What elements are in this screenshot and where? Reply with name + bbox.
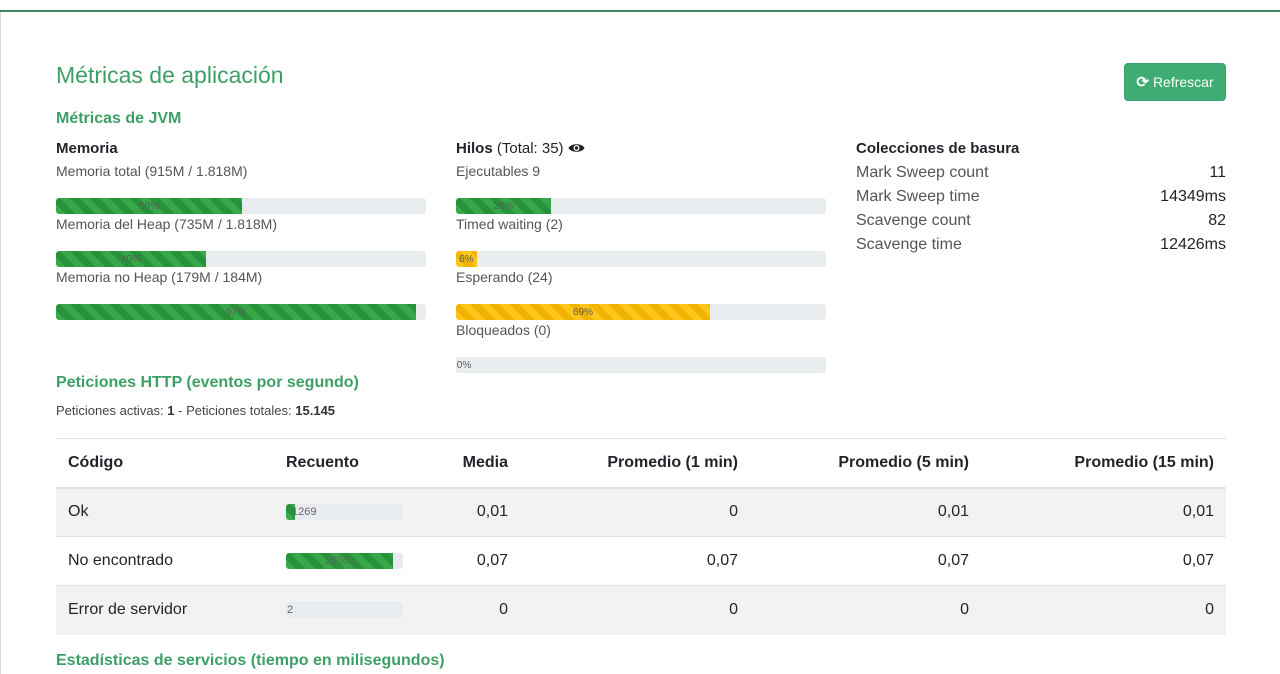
count-cell: 2 — [274, 585, 434, 635]
gc-value: 11 — [1209, 164, 1226, 181]
threads-title: Hilos (Total: 35) — [456, 140, 585, 157]
content-frame-border — [0, 12, 1, 674]
table-row: Ok 1269 0,01 0 0,01 0,01 — [56, 487, 1226, 537]
threads-runnable-bar: 26% — [456, 198, 826, 214]
count-value: 13861 — [324, 555, 355, 567]
threads-runnable-label: Ejecutables 9 — [456, 163, 541, 179]
avg-15min-value: 0 — [981, 585, 1226, 635]
avg-1min-value: 0 — [520, 585, 750, 635]
gc-title: Colecciones de basura — [856, 140, 1020, 157]
services-stats-heading: Estadísticas de servicios (tiempo en mil… — [56, 652, 445, 669]
avg-15min-value: 0,07 — [981, 536, 1226, 586]
total-requests-value: 15.145 — [295, 403, 336, 418]
threads-waiting-bar: 69% — [456, 304, 826, 320]
memory-heap-percent: 40% — [120, 254, 141, 265]
threads-timed-waiting-percent: 6% — [459, 254, 474, 265]
threads-timed-waiting-label: Timed waiting (2) — [456, 216, 563, 232]
threads-total: (Total: 35) — [496, 140, 564, 157]
status-code: Ok — [56, 487, 274, 537]
refresh-icon: ⟳ — [1136, 74, 1149, 91]
page-title: Métricas de aplicación — [56, 62, 284, 88]
memory-total-bar: 50% — [56, 198, 426, 214]
refresh-button[interactable]: ⟳ Refrescar — [1124, 63, 1226, 101]
threads-blocked-percent: 0% — [456, 360, 472, 371]
active-requests-label: Peticiones activas: — [56, 403, 164, 418]
threads-waiting-label: Esperando (24) — [456, 269, 553, 285]
http-requests-summary: Peticiones activas: 1 - Peticiones total… — [56, 403, 335, 418]
column-header-avg-1min: Promedio (1 min) — [520, 438, 750, 489]
memory-heap-label: Memoria del Heap (735M / 1.818M) — [56, 216, 277, 232]
memory-nonheap-bar: 97% — [56, 304, 426, 320]
memory-nonheap-percent: 97% — [225, 307, 246, 318]
http-requests-heading: Peticiones HTTP (eventos por segundo) — [56, 374, 359, 391]
column-header-count: Recuento — [274, 438, 434, 489]
gc-key: Scavenge count — [856, 212, 971, 229]
threads-blocked-label: Bloqueados (0) — [456, 322, 551, 338]
threads-title-text: Hilos — [456, 140, 493, 157]
total-requests-label: Peticiones totales: — [186, 403, 292, 418]
memory-total-percent: 50% — [138, 201, 159, 212]
avg-1min-value: 0 — [520, 487, 750, 537]
count-bar: 13861 — [286, 553, 403, 569]
memory-nonheap-label: Memoria no Heap (179M / 184M) — [56, 269, 263, 285]
mean-value: 0,01 — [434, 487, 520, 537]
eye-icon[interactable] — [568, 140, 585, 157]
column-header-avg-15min: Promedio (15 min) — [981, 438, 1226, 489]
count-value: 1269 — [292, 506, 317, 519]
gc-key: Scavenge time — [856, 236, 962, 253]
count-cell: 13861 — [274, 536, 434, 586]
count-bar: 2 — [286, 602, 403, 619]
column-header-code: Código — [56, 438, 274, 489]
avg-5min-value: 0,07 — [750, 536, 981, 586]
status-code: Error de servidor — [56, 585, 274, 635]
refresh-button-label: Refrescar — [1152, 74, 1214, 90]
memory-total-label: Memoria total (915M / 1.818M) — [56, 163, 248, 179]
mean-value: 0 — [434, 585, 520, 635]
http-requests-table: Código Recuento Media Promedio (1 min) P… — [56, 438, 1226, 635]
gc-key: Mark Sweep time — [856, 188, 980, 205]
table-row: Error de servidor 2 0 0 0 0 — [56, 585, 1226, 635]
column-header-avg-5min: Promedio (5 min) — [750, 438, 981, 489]
count-cell: 1269 — [274, 487, 434, 537]
threads-waiting-percent: 69% — [572, 307, 593, 318]
table-header-row: Código Recuento Media Promedio (1 min) P… — [56, 438, 1226, 489]
threads-timed-waiting-bar: 6% — [456, 251, 826, 267]
top-header-bar — [0, 0, 1280, 12]
memory-heap-bar: 40% — [56, 251, 426, 267]
count-bar: 1269 — [286, 504, 403, 521]
avg-15min-value: 0,01 — [981, 487, 1226, 537]
threads-blocked-bar: 0% — [456, 357, 826, 373]
threads-runnable-percent: 26% — [493, 201, 514, 212]
jvm-metrics-heading: Métricas de JVM — [56, 110, 182, 127]
count-value: 2 — [287, 604, 294, 617]
avg-1min-value: 0,07 — [520, 536, 750, 586]
gc-value: 82 — [1208, 212, 1226, 229]
gc-key: Mark Sweep count — [856, 164, 989, 181]
table-row: No encontrado 13861 0,07 0,07 0,07 0,07 — [56, 536, 1226, 586]
avg-5min-value: 0 — [750, 585, 981, 635]
mean-value: 0,07 — [434, 536, 520, 586]
gc-value: 12426ms — [1160, 236, 1226, 253]
active-requests-value: 1 — [167, 403, 175, 418]
status-code: No encontrado — [56, 536, 274, 586]
memory-title: Memoria — [56, 140, 118, 157]
avg-5min-value: 0,01 — [750, 487, 981, 537]
summary-separator: - — [178, 403, 183, 418]
column-header-mean: Media — [434, 438, 520, 489]
gc-value: 14349ms — [1160, 188, 1226, 205]
